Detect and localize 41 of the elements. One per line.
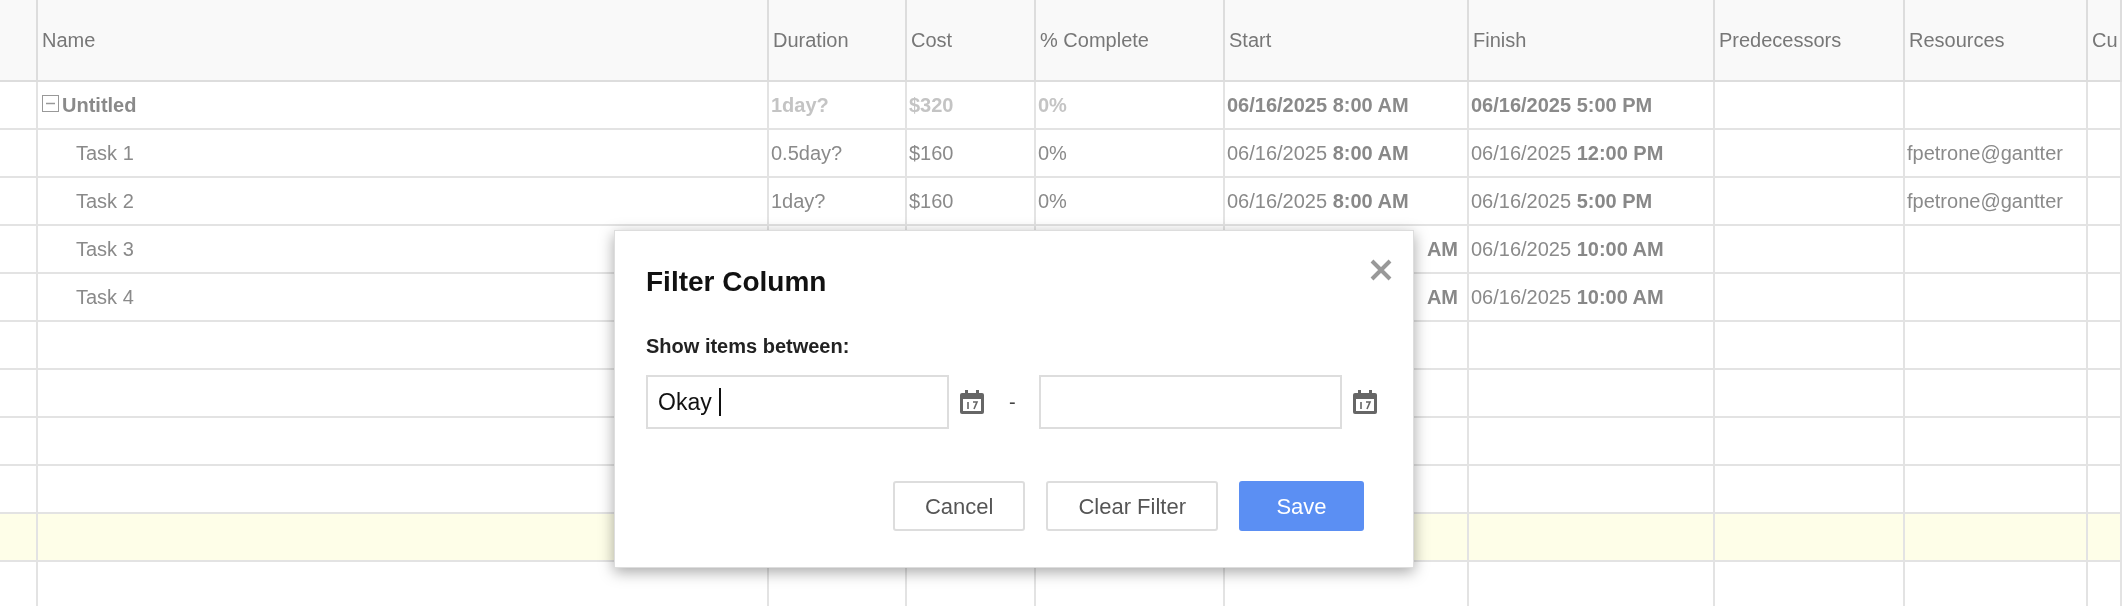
table-cell-text: 06/16/2025 8:00 AM	[1227, 189, 1409, 214]
table-cell-text: 0%	[1038, 189, 1067, 214]
task-name[interactable]: Task 1	[76, 138, 134, 168]
collapse-icon[interactable]	[42, 94, 59, 112]
table-cell-text: $160	[909, 141, 954, 166]
table-cell-text: 06/16/2025 5:00 PM	[1471, 93, 1653, 118]
table-cell-text: AM	[1426, 285, 1458, 310]
calendar-icon[interactable]	[1350, 388, 1379, 416]
task-name[interactable]: Task 3	[76, 234, 134, 264]
table-row[interactable]: Untitled 1day? $320 0% 06/16/2025 8:00 AM 06/16/2025 5:00 PM	[0, 82, 2122, 130]
range-separator: -	[1009, 390, 1016, 415]
table-cell-text: 1day?	[771, 189, 826, 214]
field-label: Show items between:	[646, 334, 851, 359]
table-cell-text: 1day?	[771, 93, 829, 118]
calendar-icon[interactable]	[958, 388, 986, 416]
task-name[interactable]: Task 2	[76, 186, 134, 216]
table-cell-text: 0.5day?	[771, 141, 843, 166]
dialog-title: Filter Column	[646, 265, 827, 299]
dialog-button[interactable]: Cancel	[892, 481, 1026, 531]
dialog-button[interactable]: Clear Filter	[1046, 481, 1218, 531]
table-cell-text: 06/16/2025 8:00 AM	[1227, 141, 1409, 166]
table-cell-text: $320	[909, 93, 954, 118]
summary-task-name[interactable]: Untitled	[62, 90, 137, 120]
table-cell-text: 06/16/2025 12:00 PM	[1471, 141, 1664, 166]
save-button[interactable]: Save	[1239, 481, 1364, 531]
table-cell-text: AM	[1426, 237, 1458, 262]
input-field[interactable]: Okay	[646, 375, 949, 429]
table-cell-text: 06/16/2025 8:00 AM	[1227, 93, 1409, 118]
table-cell-text: $160	[909, 189, 954, 214]
table-cell-text: 06/16/2025 10:00 AM	[1471, 237, 1664, 262]
table-cell-text: 0%	[1038, 141, 1067, 166]
table-cell-text: 0%	[1038, 93, 1067, 118]
table-row[interactable]: Task 2 1day? $160 0% 06/16/2025 8:00 AM 06/16/2025 5:00 PM fpetrone@gantter	[0, 178, 2122, 226]
table-cell-text: fpetrone@gantter	[1907, 141, 2063, 166]
table-cell-text: 06/16/2025 5:00 PM	[1471, 189, 1653, 214]
table-row[interactable]: Task 1 0.5day? $160 0% 06/16/2025 8:00 AM 06/16/2025 12:00 PM fpetrone@gantter	[0, 130, 2122, 178]
table-cell-text: fpetrone@gantter	[1907, 189, 2063, 214]
table-cell-text: 06/16/2025 10:00 AM	[1471, 285, 1664, 310]
task-name[interactable]: Task 4	[76, 282, 134, 312]
input-field[interactable]	[1038, 375, 1342, 429]
close-button[interactable]	[1370, 259, 1392, 281]
